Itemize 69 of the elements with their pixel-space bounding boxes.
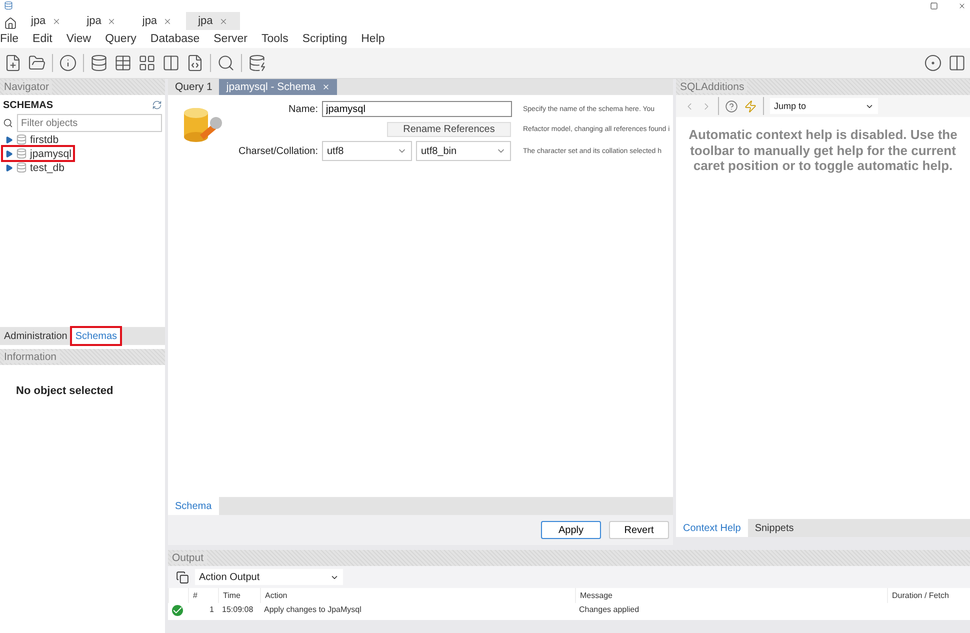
column-header: Message xyxy=(575,588,887,603)
grid-icon[interactable] xyxy=(138,54,156,72)
action-button[interactable]: Revert xyxy=(609,521,669,539)
charset-label: Charset/Collation: xyxy=(238,146,318,156)
menu-item[interactable]: Database xyxy=(150,33,200,45)
layout-icon[interactable] xyxy=(948,54,966,72)
menu-item[interactable]: Help xyxy=(361,33,385,45)
column-header: Action xyxy=(260,588,575,603)
filter-field[interactable]: Filter objects xyxy=(17,114,162,132)
action-button[interactable]: Apply xyxy=(541,521,601,539)
panel-header: Output xyxy=(168,550,970,566)
panel-header: Navigator xyxy=(0,79,165,95)
close-icon xyxy=(107,16,116,26)
column-header: # xyxy=(188,588,218,603)
output-mode-dropdown[interactable]: Action Output xyxy=(195,569,343,585)
collation-dropdown[interactable]: utf8_bin xyxy=(416,141,511,161)
database-icon xyxy=(16,134,27,145)
maximize-icon xyxy=(930,2,938,10)
help-text: Automatic context help is disabled. Use the toolbar to manually get help for the current caret position or to toggle automatic help. xyxy=(688,127,958,174)
panel-header: Information xyxy=(0,349,165,365)
database-icon[interactable] xyxy=(90,54,108,72)
sidebar-tab[interactable]: Context Help xyxy=(676,519,748,537)
home-icon xyxy=(4,17,17,30)
refresh-icon xyxy=(152,100,162,110)
navigator-tab[interactable]: Schemas xyxy=(71,327,122,345)
table-cell-text: Changes applied xyxy=(578,604,640,616)
table-cell-text: 1 xyxy=(208,604,215,616)
close-icon xyxy=(218,16,228,26)
menu-item[interactable]: Tools xyxy=(262,33,288,45)
search-icon[interactable] xyxy=(217,54,235,72)
copy-icon xyxy=(176,570,189,584)
menu-item[interactable]: Query xyxy=(105,33,136,45)
table-icon[interactable] xyxy=(114,54,132,72)
jump-to-dropdown[interactable]: Jump to xyxy=(770,98,878,114)
column-header: Time xyxy=(218,588,260,603)
column-header: Duration / Fetch xyxy=(887,588,970,603)
search-icon xyxy=(3,118,13,128)
menu-item[interactable]: File xyxy=(0,33,19,45)
navigator-tab[interactable]: Administration xyxy=(0,327,72,345)
close-icon xyxy=(163,16,172,26)
editor-tab[interactable]: Query 1 xyxy=(168,79,220,95)
table-cell-text: Apply changes to JpaMysql xyxy=(263,604,362,616)
close-icon[interactable] xyxy=(322,83,330,91)
editor-bottom-tab[interactable]: Schema xyxy=(168,497,219,515)
connection-tab[interactable]: jpa xyxy=(186,12,240,30)
app-icon xyxy=(4,1,13,10)
name-field[interactable]: jpamysql xyxy=(322,101,512,117)
menu-item[interactable]: Edit xyxy=(32,33,52,45)
menu-item[interactable]: Scripting xyxy=(302,33,348,45)
menu-item[interactable]: Server xyxy=(214,33,248,45)
database-icon xyxy=(16,162,27,173)
close-icon xyxy=(958,2,966,10)
info-message: No object selected xyxy=(16,385,114,397)
charset-dropdown[interactable]: utf8 xyxy=(322,141,412,161)
schema-item[interactable]: firstdb xyxy=(3,133,61,146)
help-icon xyxy=(725,100,738,112)
panel-header: SQLAdditions xyxy=(676,79,970,95)
schema-item[interactable]: jpamysql xyxy=(3,147,74,160)
schemas-heading: SCHEMAS xyxy=(3,100,54,110)
info-icon[interactable] xyxy=(59,54,77,72)
sidebar-tab[interactable]: Snippets xyxy=(748,519,801,537)
menu-item[interactable]: View xyxy=(66,33,92,45)
database-icon xyxy=(16,148,27,159)
name-label: Name: xyxy=(288,104,318,114)
rename-references-button[interactable]: Rename References xyxy=(387,122,511,136)
columns-icon[interactable] xyxy=(162,54,180,72)
schema-item[interactable]: test_db xyxy=(3,161,66,174)
close-icon xyxy=(52,16,61,26)
table-cell-text: 15:09:08 xyxy=(221,604,254,616)
